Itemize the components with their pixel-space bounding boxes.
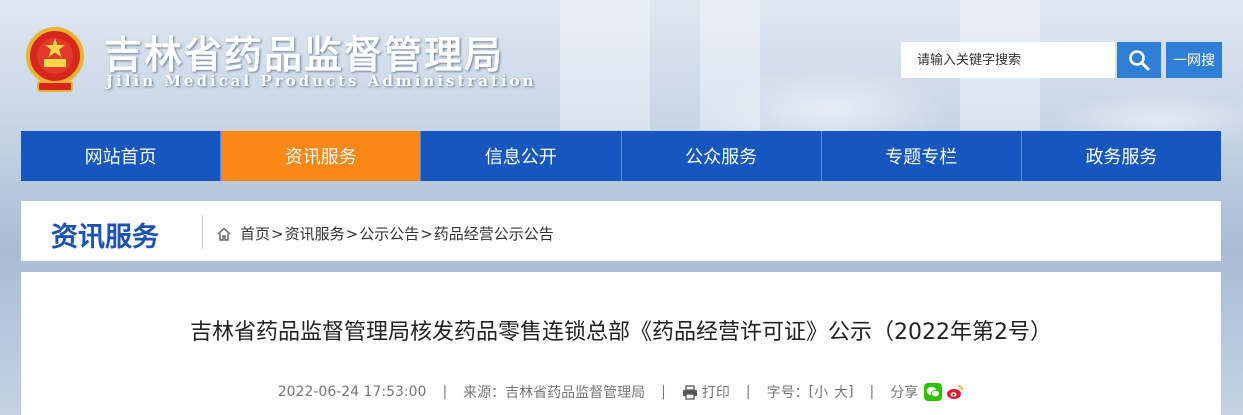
printer-icon	[682, 384, 697, 400]
breadcrumb-separator: >	[271, 224, 284, 243]
section-title: 资讯服务	[51, 222, 159, 253]
breadcrumb-separator: >	[345, 224, 359, 243]
search-icon	[1129, 50, 1150, 71]
nav-item-news-services[interactable]: 资讯服务	[221, 131, 422, 181]
publish-datetime: 2022-06-24 17:53:00	[277, 384, 427, 400]
breadcrumb-news-services[interactable]: 资讯服务	[285, 223, 345, 244]
breadcrumb-home[interactable]: 首页	[240, 223, 270, 244]
breadcrumb-drug-business-announcements[interactable]: 药品经营公示公告	[434, 223, 554, 244]
source-value: 吉林省药品监督管理局	[505, 385, 646, 401]
home-icon	[217, 226, 231, 241]
breadcrumb-separator: >	[420, 224, 433, 243]
section-header: 资讯服务 首页 > 资讯服务 > 公示公告 > 药品经营公示公告	[21, 201, 1221, 261]
nav-item-info-disclosure[interactable]: 信息公开	[421, 131, 622, 181]
breadcrumb-announcements[interactable]: 公示公告	[359, 223, 419, 244]
nav-item-public-services[interactable]: 公众服务	[622, 131, 822, 181]
print-label: 打印	[701, 385, 730, 401]
background-decoration	[560, 0, 650, 130]
nav-item-special-topics[interactable]: 专题专栏	[822, 131, 1022, 181]
search-input[interactable]	[901, 42, 1115, 78]
fontsize-bracket-close: ]	[848, 384, 854, 400]
fontsize-label: 字号：	[766, 385, 809, 401]
meta-divider: |	[661, 384, 666, 400]
source-label: 来源：	[463, 385, 506, 401]
article-meta: 2022-06-24 17:53:00 | 来源： 吉林省药品监督管理局 | 打…	[21, 382, 1221, 402]
divider	[202, 215, 203, 249]
site-subtitle: Jilin Medical Products Administration	[106, 72, 537, 90]
article-title: 吉林省药品监督管理局核发药品零售连锁总部《药品经营许可证》公示（2022年第2号…	[190, 320, 1052, 345]
meta-divider: |	[745, 384, 751, 400]
fontsize-large-button[interactable]: 大	[834, 382, 848, 402]
nav-item-government-services[interactable]: 政务服务	[1022, 131, 1221, 181]
wechat-share-icon[interactable]	[924, 383, 943, 401]
national-emblem-icon	[26, 27, 84, 92]
site-title: 吉林省药品监督管理局	[104, 32, 505, 77]
yiwang-search-button[interactable]: 一网搜	[1166, 42, 1222, 78]
breadcrumb: 首页 > 资讯服务 > 公示公告 > 药品经营公示公告	[216, 223, 554, 244]
meta-divider: |	[869, 384, 875, 400]
fontsize-small-button[interactable]: 小	[814, 382, 828, 402]
nav-item-home[interactable]: 网站首页	[21, 131, 222, 181]
meta-divider: |	[442, 384, 448, 400]
main-nav: 网站首页 资讯服务 信息公开 公众服务 专题专栏 政务服务	[21, 131, 1221, 181]
share-label: 分享	[890, 385, 919, 401]
print-button[interactable]: 打印	[682, 382, 730, 402]
article-panel: 吉林省药品监督管理局核发药品零售连锁总部《药品经营许可证》公示（2022年第2号…	[21, 272, 1221, 415]
background-decoration	[700, 0, 760, 130]
weibo-share-icon[interactable]	[946, 383, 965, 401]
search-button[interactable]	[1117, 42, 1161, 78]
